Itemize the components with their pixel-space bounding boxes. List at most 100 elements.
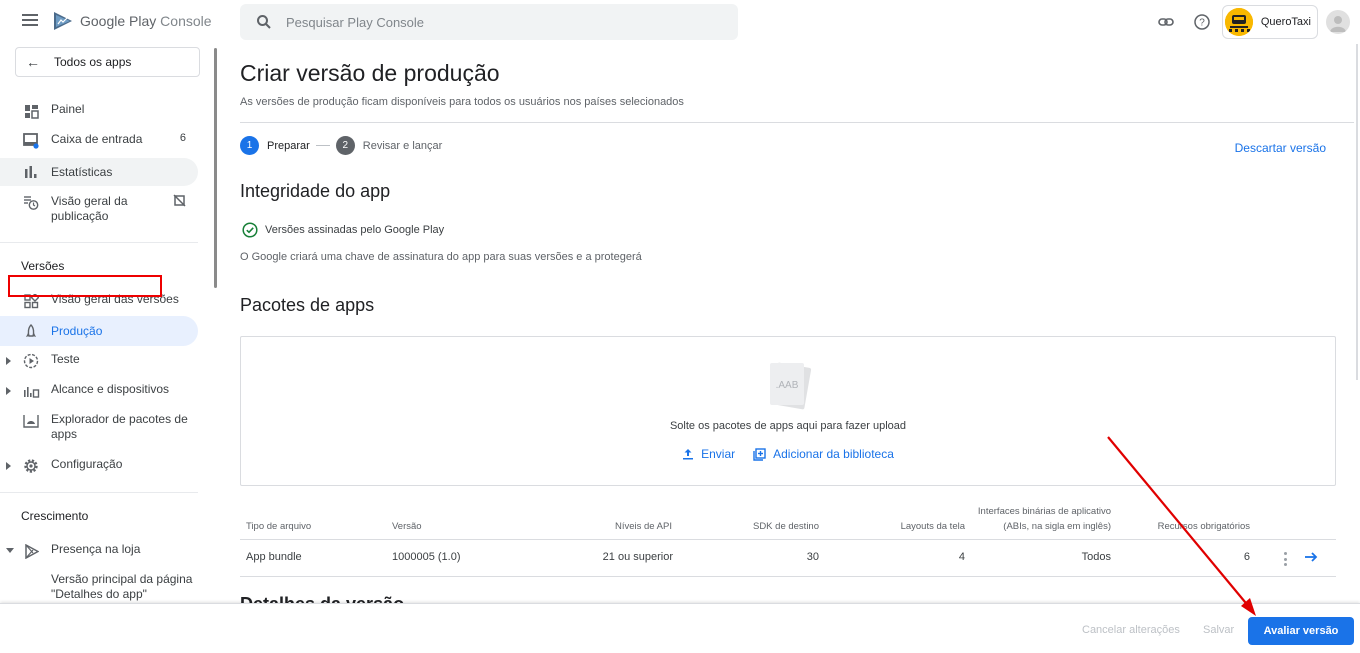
table-row[interactable]: App bundle 1000005 (1.0) 21 ou superior … [240,540,1336,577]
dashboard-icon [22,102,40,120]
play-console-logo[interactable]: Google Play Console [52,10,212,32]
expand-arrow-icon[interactable] [6,357,11,365]
sidebar-item-production[interactable]: Produção [0,316,198,346]
sidebar-scrollbar[interactable] [214,48,217,288]
cell-version: 1000005 (1.0) [392,551,461,563]
help-icon: ? [1194,14,1210,30]
reach-devices-icon [22,382,40,400]
step-2-label[interactable]: Revisar e lançar [363,140,442,152]
sidebar-divider [0,492,198,493]
upload-icon [683,449,694,460]
play-store-icon [22,542,40,560]
main-scrollbar[interactable] [1356,44,1358,380]
section-title-versoes: Versões [21,259,65,273]
release-stepper: 1 Preparar 2 Revisar e lançar [240,136,442,155]
header-api-levels: Níveis de API [614,521,672,532]
app-switcher[interactable]: QueroTaxi [1221,5,1318,39]
step-connector [315,145,330,146]
gear-icon [22,457,40,475]
review-release-button[interactable]: Avaliar versão [1248,617,1354,645]
sidebar-item-statistics[interactable]: Estatísticas [0,158,198,186]
signing-status: Versões assinadas pelo Google Play [242,222,444,238]
step-1-number: 1 [240,136,259,155]
sidebar-item-configuration[interactable]: Configuração [0,457,198,475]
add-from-library-button[interactable]: Adicionar da biblioteca [753,447,894,461]
cell-api-levels: 21 ou superior [602,551,673,563]
step-2-number: 2 [335,136,355,155]
arrow-forward-icon[interactable] [1303,549,1319,565]
sidebar-divider [0,242,198,243]
discard-release-link[interactable]: Descartar versão [1235,141,1326,155]
library-add-icon [753,447,766,461]
top-app-bar: Google Play Console ? QueroTaxi [0,0,1360,44]
account-avatar[interactable] [1326,10,1350,34]
header-target-sdk: SDK de destino [752,521,819,532]
cancel-changes-button[interactable]: Cancelar alterações [1082,624,1180,636]
managed-publishing-off-icon [173,194,186,210]
testing-icon [22,352,40,370]
rocket-icon [22,322,40,340]
bottom-action-bar: Cancelar alterações Salvar Avaliar versã… [0,603,1360,653]
header-required-features: Recursos obrigatórios [1157,521,1250,532]
bundle-explorer-icon [22,412,40,430]
header-screen-layouts: Layouts da tela [900,521,965,532]
sidebar-item-painel[interactable]: Painel [0,102,198,120]
svg-text:?: ? [1199,18,1205,29]
step-1-label[interactable]: Preparar [267,140,310,152]
menu-icon[interactable] [22,14,38,28]
inbox-icon [22,132,40,150]
svg-text:.AAB: .AAB [776,380,799,391]
upload-button[interactable]: Enviar [682,447,735,461]
help-button[interactable]: ? [1184,4,1220,40]
cell-file-type: App bundle [246,551,302,563]
bar-chart-icon [22,163,40,181]
bundles-table: Tipo de arquivo Versão Níveis de API SDK… [240,499,1336,577]
integrity-heading: Integridade do app [240,181,391,201]
bundles-heading: Pacotes de apps [240,295,375,315]
search-icon [257,15,271,29]
sidebar: ← Todos os apps Painel Caixa de entrada … [0,44,212,604]
sidebar-item-main-store-listing[interactable]: Versão principal da página "Detalhes do … [0,572,198,604]
header-version: Versão [392,521,422,532]
header-abis: Interfaces binárias de aplicativo (ABIs,… [977,506,1111,532]
expand-arrow-icon[interactable] [6,387,11,395]
cell-abis: Todos [1081,551,1111,563]
publishing-overview-icon [22,194,40,212]
sidebar-item-publishing-overview[interactable]: Visão geral da publicação [0,194,198,226]
app-name: QueroTaxi [1260,16,1311,28]
dropzone-text: Solte os pacotes de apps aqui para fazer… [669,420,907,432]
link-icon [1158,18,1174,26]
cell-target-sdk: 30 [806,551,819,563]
page-title: Criar versão de produção [240,60,500,86]
page-subtitle: As versões de produção ficam disponíveis… [240,96,684,108]
signing-status-text: Versões assinadas pelo Google Play [265,224,445,236]
link-button[interactable] [1148,4,1184,40]
table-header: Tipo de arquivo Versão Níveis de API SDK… [240,499,1336,540]
expand-arrow-icon[interactable] [6,462,11,470]
collapse-arrow-icon[interactable] [6,548,14,553]
sidebar-item-testing[interactable]: Teste [0,352,198,370]
annotation-highlight-box [8,275,162,297]
header-divider [240,122,1354,123]
logo-text: Google Play Console [80,13,212,29]
section-title-crescimento: Crescimento [21,509,89,523]
all-apps-label: Todos os apps [54,55,132,69]
save-button[interactable]: Salvar [1203,624,1234,636]
arrow-back-icon: ← [26,54,40,70]
header-file-type: Tipo de arquivo [246,521,312,532]
check-circle-icon [242,222,258,238]
sidebar-item-bundle-explorer[interactable]: Explorador de pacotes de apps [0,412,198,444]
integrity-description: O Google criará uma chave de assinatura … [240,251,642,263]
app-taxi-icon [1224,8,1253,36]
bundle-dropzone[interactable]: .AAB Solte os pacotes de apps aqui para … [240,336,1336,486]
cell-required-features: 6 [1243,551,1250,563]
sidebar-item-reach-devices[interactable]: Alcance e dispositivos [0,382,198,400]
search-bar[interactable] [240,4,738,40]
all-apps-button[interactable]: ← Todos os apps [15,47,200,77]
sidebar-item-store-presence[interactable]: Presença na loja [0,542,198,560]
more-vert-icon[interactable] [1283,552,1287,566]
sidebar-item-inbox[interactable]: Caixa de entrada 6 [0,132,198,150]
search-input[interactable] [286,14,706,30]
cell-screen-layouts: 4 [958,551,965,563]
inbox-count-badge: 6 [179,132,186,144]
